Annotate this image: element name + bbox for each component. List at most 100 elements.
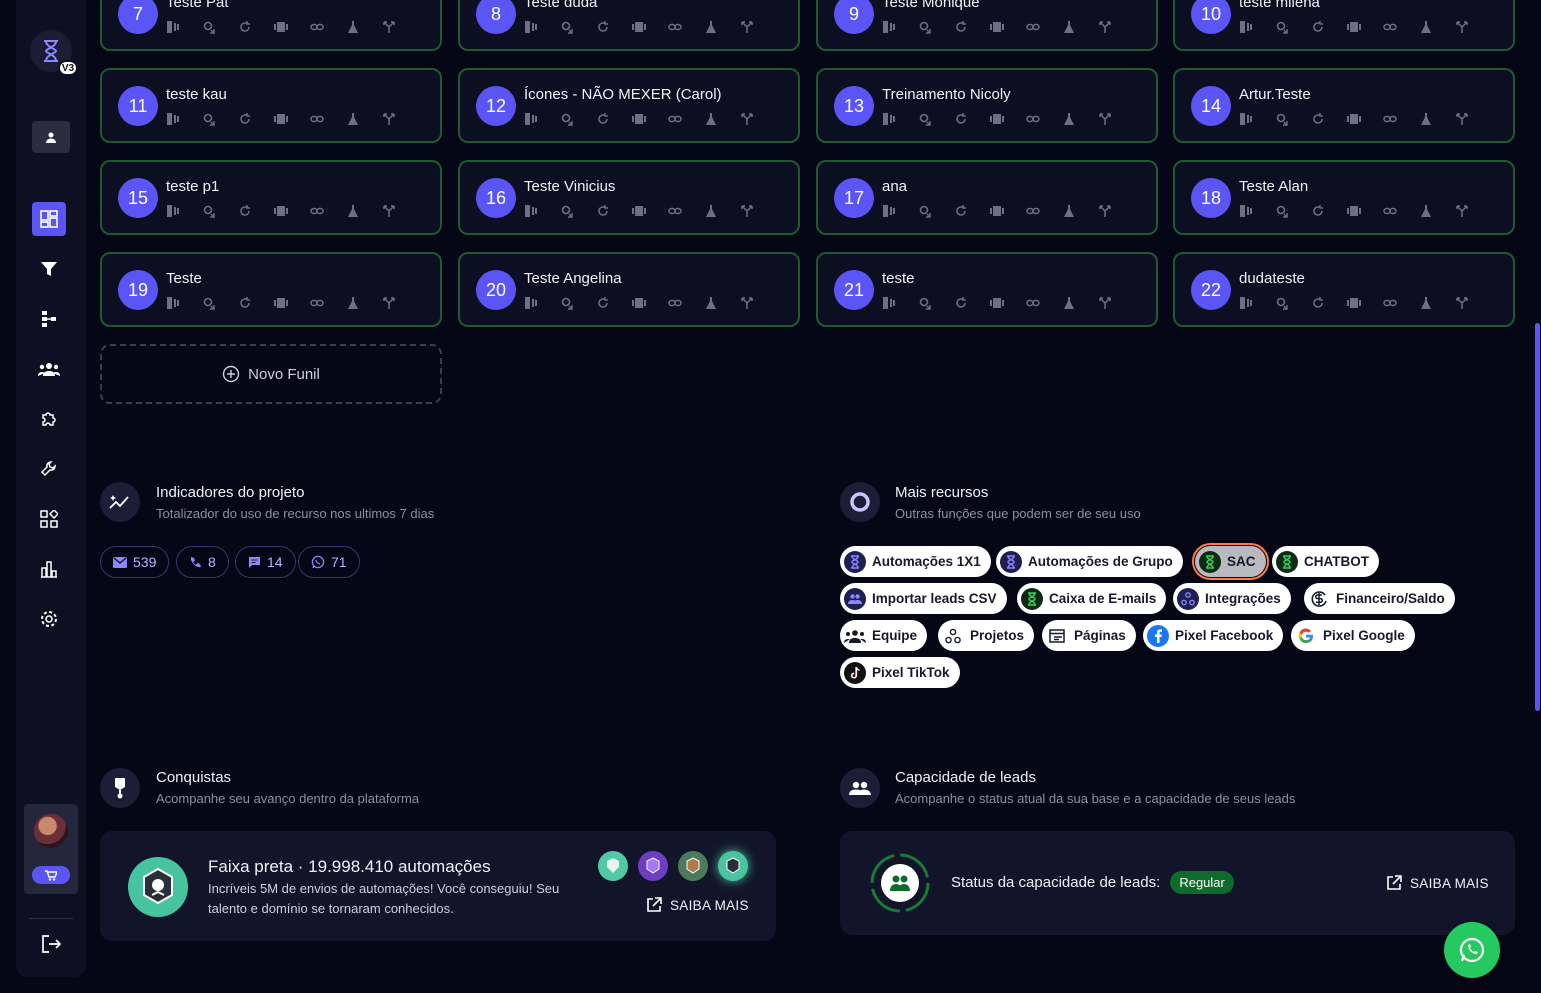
gear-sync-icon[interactable] xyxy=(1275,204,1311,218)
pause-icon[interactable] xyxy=(166,112,202,126)
film-icon[interactable] xyxy=(632,296,668,310)
link-icon[interactable] xyxy=(668,296,704,310)
funnel-card[interactable]: 21 teste xyxy=(816,252,1158,327)
funnel-card[interactable]: 17 ana xyxy=(816,160,1158,235)
funnel-card[interactable]: 13 Treinamento Nicoly xyxy=(816,68,1158,143)
resource-automacoes-de-grupo[interactable]: Automações de Grupo xyxy=(996,546,1183,577)
pause-icon[interactable] xyxy=(1239,204,1275,218)
puzzle-icon[interactable] xyxy=(32,402,66,436)
dashboard-icon[interactable] xyxy=(32,202,66,236)
team-icon[interactable] xyxy=(32,352,66,386)
gear-sync-icon[interactable] xyxy=(560,296,596,310)
resource-chatbot[interactable]: CHATBOT xyxy=(1272,546,1379,577)
flask-icon[interactable] xyxy=(1419,112,1455,126)
refresh-icon[interactable] xyxy=(596,296,632,310)
film-icon[interactable] xyxy=(990,112,1026,126)
split-icon[interactable] xyxy=(1455,296,1491,310)
link-icon[interactable] xyxy=(1383,112,1419,126)
resource-pixel-tiktok[interactable]: Pixel TikTok xyxy=(840,657,960,688)
resource-integracoes[interactable]: Integrações xyxy=(1173,583,1291,614)
wrench-icon[interactable] xyxy=(32,452,66,486)
pause-icon[interactable] xyxy=(882,20,918,34)
whatsapp-button[interactable] xyxy=(1444,922,1500,978)
film-icon[interactable] xyxy=(1347,20,1383,34)
link-icon[interactable] xyxy=(310,112,346,126)
link-icon[interactable] xyxy=(1026,204,1062,218)
funnel-icon[interactable] xyxy=(32,252,66,286)
apps-icon[interactable] xyxy=(32,502,66,536)
funnel-card[interactable]: 12 Ícones - NÃO MEXER (Carol) xyxy=(458,68,800,143)
funnel-card[interactable]: 10 teste milena xyxy=(1173,0,1515,51)
split-icon[interactable] xyxy=(1098,296,1134,310)
funnel-card[interactable]: 9 Teste Monique xyxy=(816,0,1158,51)
gear-sync-icon[interactable] xyxy=(918,296,954,310)
cart-button[interactable] xyxy=(32,866,70,884)
resource-automacoes-1x1[interactable]: Automações 1X1 xyxy=(840,546,991,577)
resource-projetos[interactable]: Projetos xyxy=(938,620,1035,651)
resource-importar-leads-csv[interactable]: Importar leads CSV xyxy=(840,583,1007,614)
settings-icon[interactable] xyxy=(32,602,66,636)
refresh-icon[interactable] xyxy=(596,112,632,126)
pause-icon[interactable] xyxy=(1239,112,1275,126)
link-icon[interactable] xyxy=(668,112,704,126)
split-icon[interactable] xyxy=(382,204,418,218)
link-icon[interactable] xyxy=(1383,204,1419,218)
funnel-card[interactable]: 18 Teste Alan xyxy=(1173,160,1515,235)
flask-icon[interactable] xyxy=(346,296,382,310)
film-icon[interactable] xyxy=(632,204,668,218)
film-icon[interactable] xyxy=(274,20,310,34)
gear-sync-icon[interactable] xyxy=(560,112,596,126)
resource-caixa-de-e-mails[interactable]: Caixa de E-mails xyxy=(1017,583,1167,614)
pause-icon[interactable] xyxy=(524,20,560,34)
capacity-saiba-mais-link[interactable]: SAIBA MAIS xyxy=(1386,875,1489,891)
resource-pixel-google[interactable]: Pixel Google xyxy=(1291,620,1415,651)
medal-teal-icon[interactable] xyxy=(598,851,628,881)
resource-equipe[interactable]: Equipe xyxy=(840,620,928,651)
refresh-icon[interactable] xyxy=(596,20,632,34)
gear-sync-icon[interactable] xyxy=(202,204,238,218)
flask-icon[interactable] xyxy=(704,204,740,218)
gear-sync-icon[interactable] xyxy=(202,20,238,34)
refresh-icon[interactable] xyxy=(238,296,274,310)
refresh-icon[interactable] xyxy=(238,20,274,34)
refresh-icon[interactable] xyxy=(954,296,990,310)
link-icon[interactable] xyxy=(668,204,704,218)
pause-icon[interactable] xyxy=(166,20,202,34)
film-icon[interactable] xyxy=(632,112,668,126)
split-icon[interactable] xyxy=(1098,204,1134,218)
split-icon[interactable] xyxy=(1455,20,1491,34)
split-icon[interactable] xyxy=(382,296,418,310)
funnel-card[interactable]: 14 Artur.Teste xyxy=(1173,68,1515,143)
flask-icon[interactable] xyxy=(1062,296,1098,310)
refresh-icon[interactable] xyxy=(1311,296,1347,310)
film-icon[interactable] xyxy=(632,20,668,34)
split-icon[interactable] xyxy=(1455,112,1491,126)
gear-sync-icon[interactable] xyxy=(560,204,596,218)
flask-icon[interactable] xyxy=(704,296,740,310)
link-icon[interactable] xyxy=(310,296,346,310)
refresh-icon[interactable] xyxy=(954,20,990,34)
funnel-card[interactable]: 8 Teste duda xyxy=(458,0,800,51)
refresh-icon[interactable] xyxy=(238,204,274,218)
link-icon[interactable] xyxy=(1026,296,1062,310)
user-icon[interactable] xyxy=(32,121,70,153)
gear-sync-icon[interactable] xyxy=(202,296,238,310)
new-funnel-button[interactable]: Novo Funil xyxy=(100,344,442,404)
pause-icon[interactable] xyxy=(882,204,918,218)
flask-icon[interactable] xyxy=(346,204,382,218)
chart-icon[interactable] xyxy=(32,552,66,586)
resource-pixel-facebook[interactable]: Pixel Facebook xyxy=(1143,620,1284,651)
link-icon[interactable] xyxy=(668,20,704,34)
medal-black-icon[interactable] xyxy=(718,851,748,881)
link-icon[interactable] xyxy=(1026,20,1062,34)
achievements-saiba-mais-link[interactable]: SAIBA MAIS xyxy=(646,897,749,913)
film-icon[interactable] xyxy=(990,204,1026,218)
link-icon[interactable] xyxy=(310,204,346,218)
flask-icon[interactable] xyxy=(1062,112,1098,126)
link-icon[interactable] xyxy=(1383,20,1419,34)
refresh-icon[interactable] xyxy=(954,204,990,218)
funnel-card[interactable]: 22 dudateste xyxy=(1173,252,1515,327)
film-icon[interactable] xyxy=(274,296,310,310)
split-icon[interactable] xyxy=(382,112,418,126)
gear-sync-icon[interactable] xyxy=(918,204,954,218)
